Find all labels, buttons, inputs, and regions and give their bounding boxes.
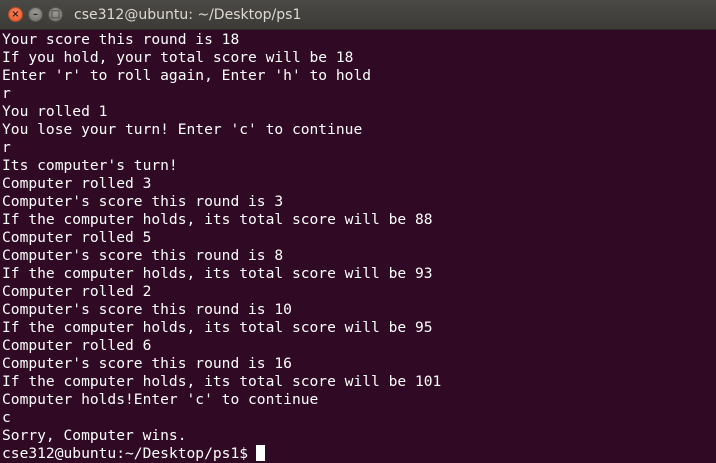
terminal-line: Computer's score this round is 3	[2, 193, 284, 210]
window-title: cse312@ubuntu: ~/Desktop/ps1	[74, 7, 302, 23]
terminal-line: Its computer's turn!	[2, 157, 178, 174]
terminal-line: Your score this round is 18	[2, 31, 240, 48]
terminal-line: Computer rolled 5	[2, 229, 152, 246]
terminal-line: If the computer holds, its total score w…	[2, 373, 442, 390]
terminal-line: Sorry, Computer wins.	[2, 427, 187, 444]
terminal-line: If the computer holds, its total score w…	[2, 211, 433, 228]
terminal-line: Enter 'r' to roll again, Enter 'h' to ho…	[2, 67, 372, 84]
terminal-line: r	[2, 85, 11, 102]
shell-prompt: cse312@ubuntu:~/Desktop/ps1$	[2, 445, 249, 462]
terminal-line: Computer rolled 3	[2, 175, 152, 192]
terminal-window: × – □ cse312@ubuntu: ~/Desktop/ps1 Your …	[0, 0, 716, 463]
prompt-line[interactable]: cse312@ubuntu:~/Desktop/ps1$	[2, 445, 716, 463]
terminal-output[interactable]: Your score this round is 18 If you hold,…	[0, 30, 716, 463]
terminal-line: r	[2, 139, 11, 156]
terminal-line: If you hold, your total score will be 18	[2, 49, 354, 66]
text-cursor	[256, 445, 266, 461]
close-icon[interactable]: ×	[8, 7, 23, 22]
terminal-line: Computer's score this round is 10	[2, 301, 292, 318]
terminal-line: c	[2, 409, 11, 426]
terminal-line: Computer rolled 6	[2, 337, 152, 354]
terminal-line: Computer holds!Enter 'c' to continue	[2, 391, 319, 408]
title-bar[interactable]: × – □ cse312@ubuntu: ~/Desktop/ps1	[0, 0, 716, 30]
terminal-line: If the computer holds, its total score w…	[2, 319, 433, 336]
terminal-line: You rolled 1	[2, 103, 108, 120]
terminal-line: Computer's score this round is 8	[2, 247, 284, 264]
terminal-line: If the computer holds, its total score w…	[2, 265, 433, 282]
terminal-line: Computer's score this round is 16	[2, 355, 292, 372]
minimize-icon[interactable]: –	[28, 7, 43, 22]
maximize-icon[interactable]: □	[48, 7, 63, 22]
terminal-line: You lose your turn! Enter 'c' to continu…	[2, 121, 363, 138]
terminal-line: Computer rolled 2	[2, 283, 152, 300]
